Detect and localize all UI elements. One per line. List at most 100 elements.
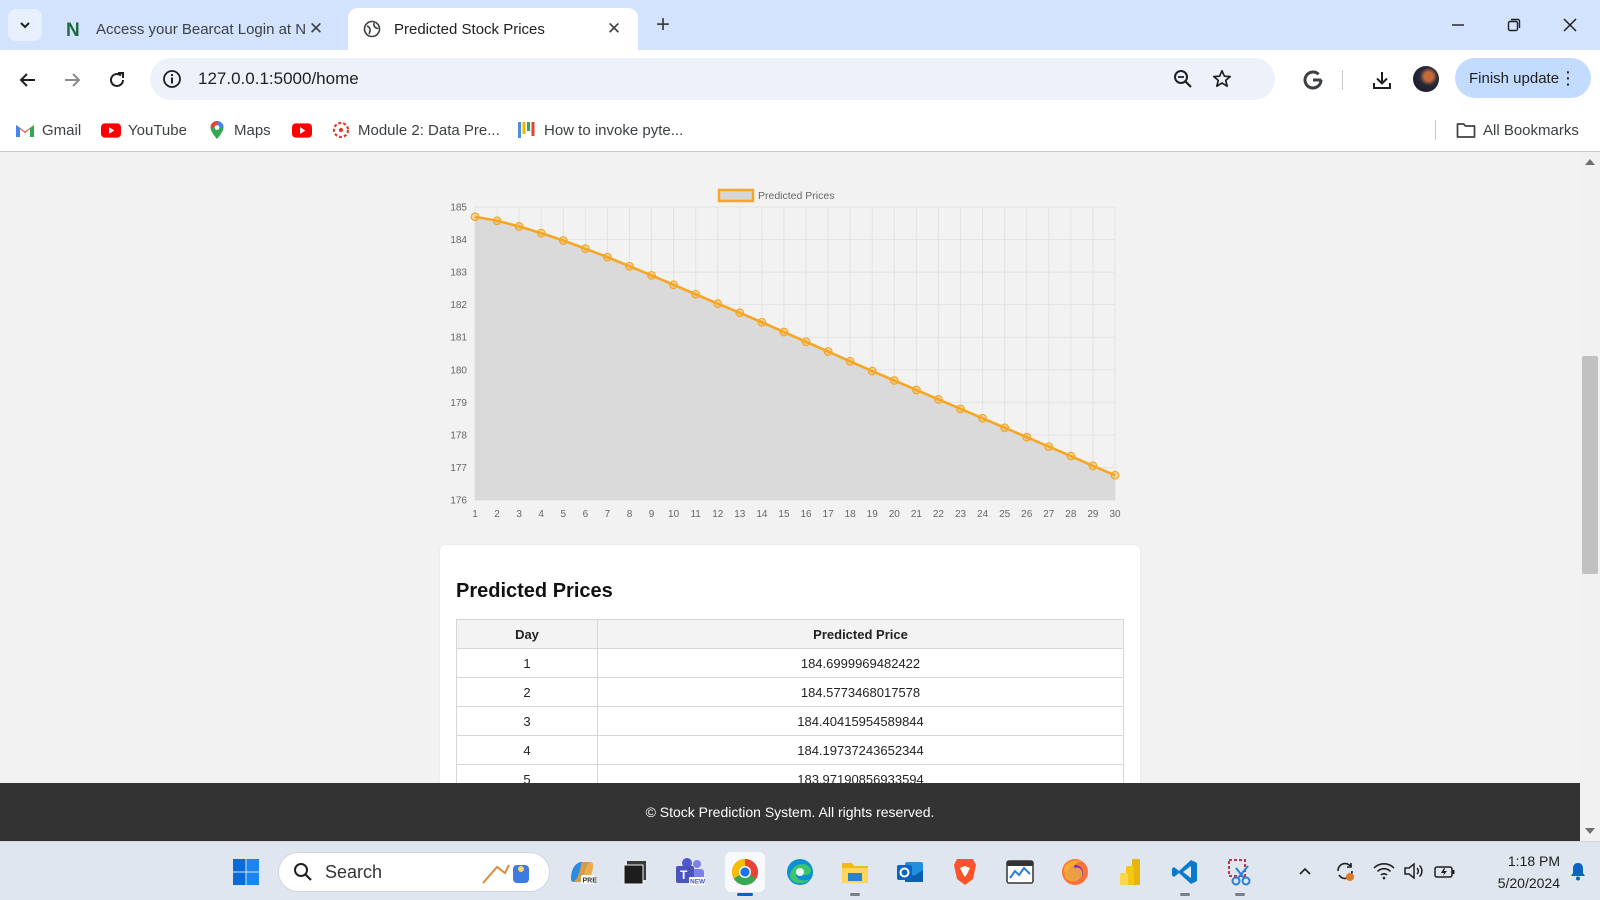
x-tick-label: 4 (538, 509, 544, 518)
data-point (1088, 461, 1098, 471)
data-point (956, 404, 965, 414)
day-cell: 5 (456, 764, 598, 783)
bookmark-youtube-2[interactable] (292, 118, 319, 142)
bookmark-label: How to invoke pyte... (544, 121, 684, 139)
data-point (1044, 442, 1054, 452)
browser-toolbar: 127.0.0.1:5000/home Finish update ⋮ (0, 50, 1600, 108)
download-icon[interactable] (1366, 64, 1398, 96)
predicted-prices-table: Day Predicted Price 1 184.6999969482422 2… (456, 619, 1124, 783)
x-tick-label: 19 (867, 509, 879, 518)
table-row: 5 183.97190856933594 (456, 764, 1124, 783)
url-text[interactable]: 127.0.0.1:5000/home (198, 69, 359, 89)
restore-button[interactable] (1486, 0, 1542, 50)
close-window-button[interactable] (1542, 0, 1598, 50)
file-explorer-app[interactable] (835, 852, 875, 896)
close-tab-icon[interactable]: ✕ (604, 19, 624, 39)
zoom-icon[interactable] (1166, 62, 1200, 96)
all-bookmarks-button[interactable]: All Bookmarks (1456, 118, 1579, 142)
terminal-app[interactable] (615, 852, 655, 892)
task-manager-app[interactable] (1000, 852, 1040, 892)
tab-predicted-stock-prices[interactable]: Predicted Stock Prices ✕ (348, 8, 638, 50)
scroll-up-arrow-icon[interactable] (1585, 159, 1595, 165)
day-cell: 3 (456, 706, 598, 736)
minimize-icon (1452, 24, 1464, 26)
wifi-icon[interactable] (1373, 860, 1395, 882)
tab-bearcat-login[interactable]: N Access your Bearcat Login at N ✕ (50, 8, 340, 50)
y-tick-label: 180 (450, 365, 467, 376)
tab-search-button[interactable] (8, 9, 42, 41)
notification-bell-icon[interactable] (1567, 860, 1589, 882)
taskbar-search-box[interactable]: Search (278, 852, 550, 892)
data-point (823, 347, 833, 356)
vscode-app[interactable] (1165, 852, 1205, 896)
scroll-down-arrow-icon[interactable] (1585, 828, 1595, 834)
bookmark-youtube[interactable]: YouTube (101, 118, 187, 142)
table-row: 3 184.40415954589844 (456, 706, 1124, 736)
x-tick-label: 17 (823, 509, 835, 518)
arrow-left-icon (19, 73, 35, 87)
show-hidden-icons-chevron-icon[interactable] (1294, 860, 1316, 882)
forward-button[interactable] (56, 64, 88, 96)
copilot-app[interactable]: PRE (562, 852, 602, 892)
terminal-icon (623, 861, 646, 885)
youtube-icon (101, 120, 121, 140)
back-button[interactable] (12, 64, 44, 96)
svg-text:N: N (66, 20, 80, 38)
data-point (536, 228, 546, 238)
data-point (1000, 423, 1010, 433)
x-tick-label: 13 (734, 509, 746, 518)
battery-icon[interactable] (1434, 860, 1456, 882)
data-point (669, 280, 679, 290)
predicted-prices-card: Predicted Prices Day Predicted Price 1 18… (440, 545, 1140, 783)
brave-app[interactable] (945, 852, 985, 892)
teams-app[interactable]: T NEW (670, 852, 710, 892)
scrollbar-thumb[interactable] (1582, 356, 1598, 574)
search-icon (294, 863, 312, 881)
google-g-icon[interactable] (1297, 64, 1329, 96)
outlook-app[interactable] (890, 852, 930, 892)
chrome-app[interactable] (725, 852, 765, 896)
reload-button[interactable] (101, 64, 133, 96)
x-tick-label: 12 (712, 509, 724, 518)
profile-avatar[interactable] (1413, 66, 1439, 92)
finish-update-button[interactable]: Finish update ⋮ (1455, 58, 1591, 98)
edge-app[interactable] (780, 852, 820, 892)
clock-date: 5/20/2024 (1497, 875, 1560, 891)
x-tick-label: 29 (1087, 509, 1099, 518)
page-footer: © Stock Prediction System. All rights re… (0, 783, 1580, 841)
volume-icon[interactable] (1403, 860, 1425, 882)
page-scrollbar[interactable] (1580, 152, 1600, 841)
data-point (978, 413, 987, 423)
close-tab-icon[interactable]: ✕ (306, 19, 326, 39)
teams-icon: T NEW (676, 858, 706, 886)
power-bi-app[interactable] (1110, 852, 1150, 892)
bookmark-star-icon[interactable] (1205, 62, 1239, 96)
snipping-tool-app[interactable] (1220, 852, 1260, 896)
y-tick-label: 183 (450, 268, 467, 279)
data-point (911, 385, 921, 395)
sync-icon[interactable] (1334, 860, 1356, 882)
arrow-right-icon (65, 73, 81, 87)
bookmark-gmail[interactable]: Gmail (15, 118, 81, 142)
all-bookmarks-label: All Bookmarks (1483, 121, 1579, 139)
y-tick-label: 181 (450, 333, 467, 344)
start-button[interactable] (226, 852, 266, 892)
x-tick-label: 1 (472, 509, 478, 518)
y-tick-label: 184 (450, 235, 467, 246)
site-info-icon[interactable] (154, 61, 190, 97)
bookmark-how-to-invoke[interactable]: How to invoke pyte... (517, 118, 683, 142)
minimize-button[interactable] (1430, 0, 1486, 50)
data-point (647, 270, 656, 280)
data-point (470, 212, 480, 222)
firefox-app[interactable] (1055, 852, 1095, 892)
address-bar[interactable]: 127.0.0.1:5000/home (150, 58, 1275, 100)
brave-icon (954, 859, 976, 885)
system-clock[interactable]: 1:18 PM 5/20/2024 (1468, 850, 1560, 894)
bookmark-module-2[interactable]: Module 2: Data Pre... (331, 118, 500, 142)
windows-logo-icon (233, 859, 259, 885)
x-tick-label: 11 (690, 509, 701, 518)
bookmark-maps[interactable]: Maps (207, 118, 271, 142)
y-tick-label: 177 (450, 463, 467, 474)
toolbar-divider (1342, 70, 1343, 90)
new-tab-button[interactable]: + (650, 11, 676, 38)
